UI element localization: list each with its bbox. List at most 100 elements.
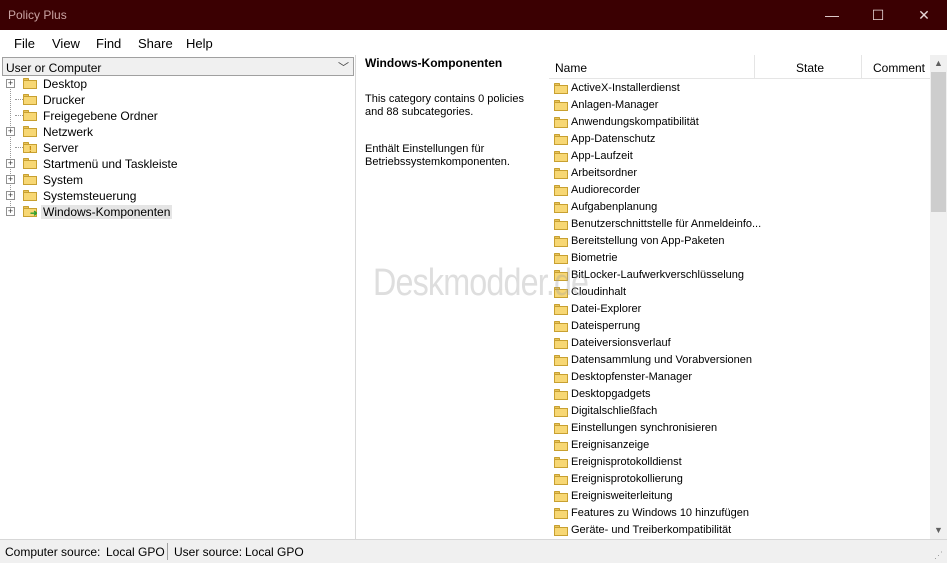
list-item-name: Ereignisanzeige	[571, 439, 650, 451]
folder-icon	[554, 389, 568, 400]
scroll-down-arrow-icon[interactable]: ▼	[930, 522, 947, 539]
vertical-scrollbar[interactable]: ▲ ▼	[930, 55, 947, 539]
list-item[interactable]: Dateiversionsverlauf	[549, 335, 930, 352]
list-item-name: Audiorecorder	[571, 184, 641, 196]
maximize-button[interactable]: ☐	[855, 0, 901, 30]
close-button[interactable]: ✕	[901, 0, 947, 30]
tree-node[interactable]: ! Server	[0, 140, 356, 156]
status-divider	[167, 543, 168, 560]
expand-icon[interactable]: +	[6, 159, 15, 168]
list-item[interactable]: Geräte- und Treiberkompatibilität	[549, 522, 930, 539]
scope-combobox-value: User or Computer	[6, 61, 102, 75]
column-divider[interactable]	[754, 55, 755, 79]
column-header-name[interactable]: Name	[555, 61, 587, 75]
list-item[interactable]: Biometrie	[549, 250, 930, 267]
list-item[interactable]: Bereitstellung von App-Paketen	[549, 233, 930, 250]
list-item[interactable]: Desktopgadgets	[549, 386, 930, 403]
menu-view[interactable]: View	[52, 36, 80, 51]
tree-node[interactable]: + Startmenü und Taskleiste	[0, 156, 356, 172]
folder-icon	[554, 236, 568, 247]
folder-icon	[554, 406, 568, 417]
expand-icon[interactable]: +	[6, 127, 15, 136]
menu-file[interactable]: File	[14, 36, 35, 51]
folder-icon	[23, 190, 38, 202]
list-item[interactable]: Features zu Windows 10 hinzufügen	[549, 505, 930, 522]
list-item-name: ActiveX-Installerdienst	[571, 82, 680, 94]
tree-node[interactable]: + Desktop	[0, 76, 356, 92]
expand-icon[interactable]: +	[6, 207, 15, 216]
list-item[interactable]: Desktopfenster-Manager	[549, 369, 930, 386]
list-item[interactable]: Ereignisanzeige	[549, 437, 930, 454]
list-item[interactable]: Arbeitsordner	[549, 165, 930, 182]
list-item[interactable]: Datensammlung und Vorabversionen	[549, 352, 930, 369]
folder-icon	[554, 270, 568, 281]
menu-help[interactable]: Help	[186, 36, 213, 51]
minimize-button[interactable]: —	[809, 0, 855, 30]
expand-icon[interactable]: +	[6, 191, 15, 200]
list-item[interactable]: ActiveX-Installerdienst	[549, 80, 930, 97]
list-item[interactable]: Ereignisweiterleitung	[549, 488, 930, 505]
scrollbar-thumb[interactable]	[931, 72, 946, 212]
list-item[interactable]: Ereignisprotokolldienst	[549, 454, 930, 471]
list-item[interactable]: Benutzerschnittstelle für Anmeldeinfo...	[549, 216, 930, 233]
folder-icon	[554, 117, 568, 128]
folder-icon	[554, 202, 568, 213]
category-description-line-2: Betriebssystemkomponenten.	[365, 156, 510, 168]
list-item[interactable]: Cloudinhalt	[549, 284, 930, 301]
tree-node[interactable]: Freigegebene Ordner	[0, 108, 356, 124]
list-item[interactable]: BitLocker-Laufwerkverschlüsselung	[549, 267, 930, 284]
list-item-name: App-Datenschutz	[571, 133, 656, 145]
folder-icon	[554, 338, 568, 349]
folder-icon	[554, 287, 568, 298]
scope-combobox[interactable]: User or Computer ﹀	[2, 57, 354, 76]
column-header-state[interactable]: State	[796, 61, 824, 75]
list-item[interactable]: Anwendungskompatibilität	[549, 114, 930, 131]
tree-node-label: Server	[43, 141, 79, 155]
expand-icon[interactable]: +	[6, 79, 15, 88]
scroll-up-arrow-icon[interactable]: ▲	[930, 55, 947, 72]
folder-icon	[554, 525, 568, 536]
tree-node[interactable]: + ➜ Windows-Komponenten	[0, 204, 356, 220]
tree-connector	[15, 99, 23, 100]
menu-bar: File View Find Share Help	[0, 30, 947, 55]
menu-share[interactable]: Share	[138, 36, 173, 51]
expand-icon[interactable]: +	[6, 175, 15, 184]
resize-grip-icon[interactable]: ⋰	[934, 550, 944, 560]
list-item[interactable]: Digitalschließfach	[549, 403, 930, 420]
tree-node-label: Drucker	[43, 93, 86, 107]
user-source-value: Local GPO	[245, 545, 304, 559]
status-bar: Computer source: Local GPO User source: …	[0, 539, 947, 563]
folder-icon	[23, 126, 38, 138]
list-item[interactable]: Datei-Explorer	[549, 301, 930, 318]
list-item[interactable]: App-Laufzeit	[549, 148, 930, 165]
folder-icon	[554, 134, 568, 145]
chevron-down-icon[interactable]: ﹀	[338, 59, 349, 75]
column-header-comment[interactable]: Comment	[873, 61, 925, 75]
list-item[interactable]: App-Datenschutz	[549, 131, 930, 148]
list-item-name: Benutzerschnittstelle für Anmeldeinfo...	[571, 218, 762, 230]
list-item[interactable]: Anlagen-Manager	[549, 97, 930, 114]
tree-connector	[15, 115, 23, 116]
list-item[interactable]: Dateisperrung	[549, 318, 930, 335]
list-item-name: Datei-Explorer	[571, 303, 642, 315]
folder-icon	[554, 355, 568, 366]
tree-connector	[15, 147, 23, 148]
tree-node[interactable]: Drucker	[0, 92, 356, 108]
list-item[interactable]: Audiorecorder	[549, 182, 930, 199]
folder-icon	[23, 78, 38, 90]
folder-icon	[554, 219, 568, 230]
menu-find[interactable]: Find	[96, 36, 121, 51]
list-item[interactable]: Einstellungen synchronisieren	[549, 420, 930, 437]
tree-node[interactable]: + System	[0, 172, 356, 188]
folder-icon	[554, 83, 568, 94]
tree-node[interactable]: + Systemsteuerung	[0, 188, 356, 204]
list-item[interactable]: Aufgabenplanung	[549, 199, 930, 216]
column-divider[interactable]	[861, 55, 862, 79]
list-item[interactable]: Ereignisprotokollierung	[549, 471, 930, 488]
list-item-name: App-Laufzeit	[571, 150, 633, 162]
window-title: Policy Plus	[8, 8, 67, 22]
folder-icon	[554, 253, 568, 264]
list-item-name: Bereitstellung von App-Paketen	[571, 235, 725, 247]
tree-node[interactable]: + Netzwerk	[0, 124, 356, 140]
folder-icon	[23, 110, 38, 122]
